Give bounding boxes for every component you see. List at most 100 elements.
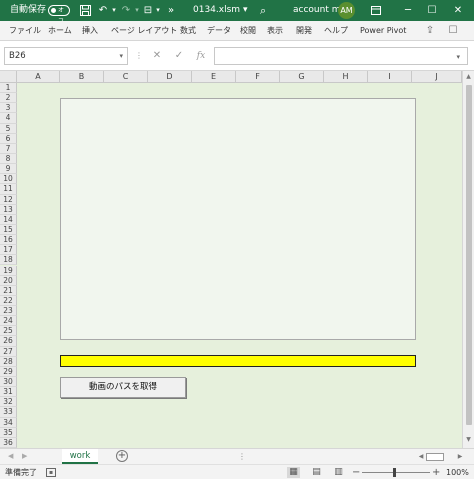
row-header-26[interactable]: 26 [0,336,17,347]
column-header-a[interactable]: A [17,71,60,83]
maximize-icon[interactable]: ☐ [420,0,444,21]
row-header-11[interactable]: 11 [0,184,17,195]
tab-view[interactable]: 表示 [267,21,283,41]
column-header-f[interactable]: F [236,71,280,83]
scroll-right-icon[interactable]: ▶ [455,452,465,462]
select-all-corner[interactable] [0,71,17,83]
tab-page-layout[interactable]: ページ レイアウト [111,21,177,41]
row-header-24[interactable]: 24 [0,316,17,327]
sheet-tab-work[interactable]: work [62,449,98,464]
insert-function-icon[interactable]: fx [192,47,210,65]
column-header-d[interactable]: D [148,71,192,83]
more-commands-icon[interactable]: » [164,0,178,21]
row-header-2[interactable]: 2 [0,93,17,104]
minimize-icon[interactable]: ─ [396,0,420,21]
column-header-e[interactable]: E [192,71,236,83]
scroll-left-icon[interactable]: ◀ [416,452,426,462]
scroll-down-icon[interactable]: ▼ [463,436,474,443]
horizontal-scrollbar[interactable]: ◀ [250,452,445,462]
formula-bar-splitter[interactable]: ⋮ [135,47,143,65]
add-sheet-icon[interactable]: + [116,450,128,462]
page-break-preview-icon[interactable]: ▥ [332,467,345,478]
next-sheet-icon[interactable]: ▶ [22,449,27,464]
tab-review[interactable]: 校閲 [240,21,256,41]
row-header-13[interactable]: 13 [0,204,17,215]
column-header-c[interactable]: C [104,71,148,83]
tab-formulas[interactable]: 数式 [180,21,196,41]
share-icon[interactable]: ⇪ [423,24,437,38]
row-header-4[interactable]: 4 [0,113,17,124]
tab-data[interactable]: データ [207,21,231,41]
name-box[interactable]: B26 ▾ [4,47,128,65]
row-header-14[interactable]: 14 [0,214,17,225]
row-header-18[interactable]: 18 [0,255,17,266]
file-name[interactable]: 0134.xlsm ▾ [193,0,247,21]
horizontal-scroll-thumb[interactable] [426,453,444,461]
search-icon[interactable]: ⌕ [260,0,266,21]
row-header-17[interactable]: 17 [0,245,17,256]
quick-access-dropdown-icon[interactable]: ▾ [151,0,165,21]
vertical-scrollbar[interactable]: ▲ ▼ [462,71,474,448]
row-header-32[interactable]: 32 [0,397,17,408]
row-header-1[interactable]: 1 [0,83,17,94]
row-header-22[interactable]: 22 [0,295,17,307]
column-header-b[interactable]: B [60,71,104,83]
tab-file[interactable]: ファイル [9,21,41,41]
row-header-29[interactable]: 29 [0,366,17,377]
cancel-icon[interactable]: ✕ [148,47,166,65]
video-preview-box[interactable] [60,98,416,340]
ribbon-display-options-icon[interactable] [364,0,388,21]
row-header-21[interactable]: 21 [0,285,17,296]
row-header-35[interactable]: 35 [0,427,17,438]
row-header-19[interactable]: 19 [0,265,17,276]
tab-insert[interactable]: 挿入 [82,21,98,41]
row-header-30[interactable]: 30 [0,377,17,388]
macro-recording-icon[interactable]: ▪ [46,468,56,477]
video-path-display[interactable] [60,355,416,367]
column-header-j[interactable]: J [412,71,462,83]
zoom-out-icon[interactable]: − [352,465,360,479]
row-header-23[interactable]: 23 [0,306,17,317]
get-video-path-button[interactable]: 動画のパスを取得 [60,377,186,398]
row-header-9[interactable]: 9 [0,164,17,175]
scroll-up-icon[interactable]: ▲ [463,73,474,80]
row-header-3[interactable]: 3 [0,103,17,114]
row-header-31[interactable]: 31 [0,387,17,398]
row-header-5[interactable]: 5 [0,123,17,134]
row-header-12[interactable]: 12 [0,194,17,205]
row-header-20[interactable]: 20 [0,275,17,286]
zoom-in-icon[interactable]: + [432,465,440,479]
close-icon[interactable]: ✕ [446,0,470,21]
row-header-25[interactable]: 25 [0,326,17,337]
vertical-scroll-thumb[interactable] [466,85,472,425]
zoom-slider-thumb[interactable] [393,468,396,477]
column-header-i[interactable]: I [368,71,412,83]
tab-help[interactable]: ヘルプ [324,21,348,41]
comments-icon[interactable]: ☐ [446,24,460,38]
column-header-g[interactable]: G [280,71,324,83]
row-header-27[interactable]: 27 [0,346,17,357]
prev-sheet-icon[interactable]: ◀ [8,449,13,464]
zoom-level[interactable]: 100% [446,465,469,479]
save-icon[interactable] [78,0,92,21]
tab-power-pivot[interactable]: Power Pivot [360,21,406,41]
row-header-16[interactable]: 16 [0,235,17,246]
tab-home[interactable]: ホーム [48,21,72,41]
row-header-6[interactable]: 6 [0,133,17,144]
row-header-10[interactable]: 10 [0,174,17,185]
avatar[interactable]: AM [338,2,355,19]
row-header-15[interactable]: 15 [0,224,17,236]
tab-developer[interactable]: 開発 [296,21,312,41]
row-header-7[interactable]: 7 [0,143,17,154]
name-box-dropdown-icon[interactable]: ▾ [119,48,123,64]
column-header-h[interactable]: H [324,71,368,83]
normal-view-icon[interactable]: ▦ [287,467,300,478]
enter-icon[interactable]: ✓ [170,47,188,65]
zoom-slider-track[interactable] [362,472,430,473]
row-header-8[interactable]: 8 [0,153,17,165]
tab-splitter-icon[interactable]: ⋮ [238,449,246,464]
row-header-36[interactable]: 36 [0,437,17,448]
autosave-toggle[interactable]: オフ [48,5,70,25]
row-header-33[interactable]: 33 [0,407,17,418]
page-layout-view-icon[interactable]: ▤ [310,467,323,478]
